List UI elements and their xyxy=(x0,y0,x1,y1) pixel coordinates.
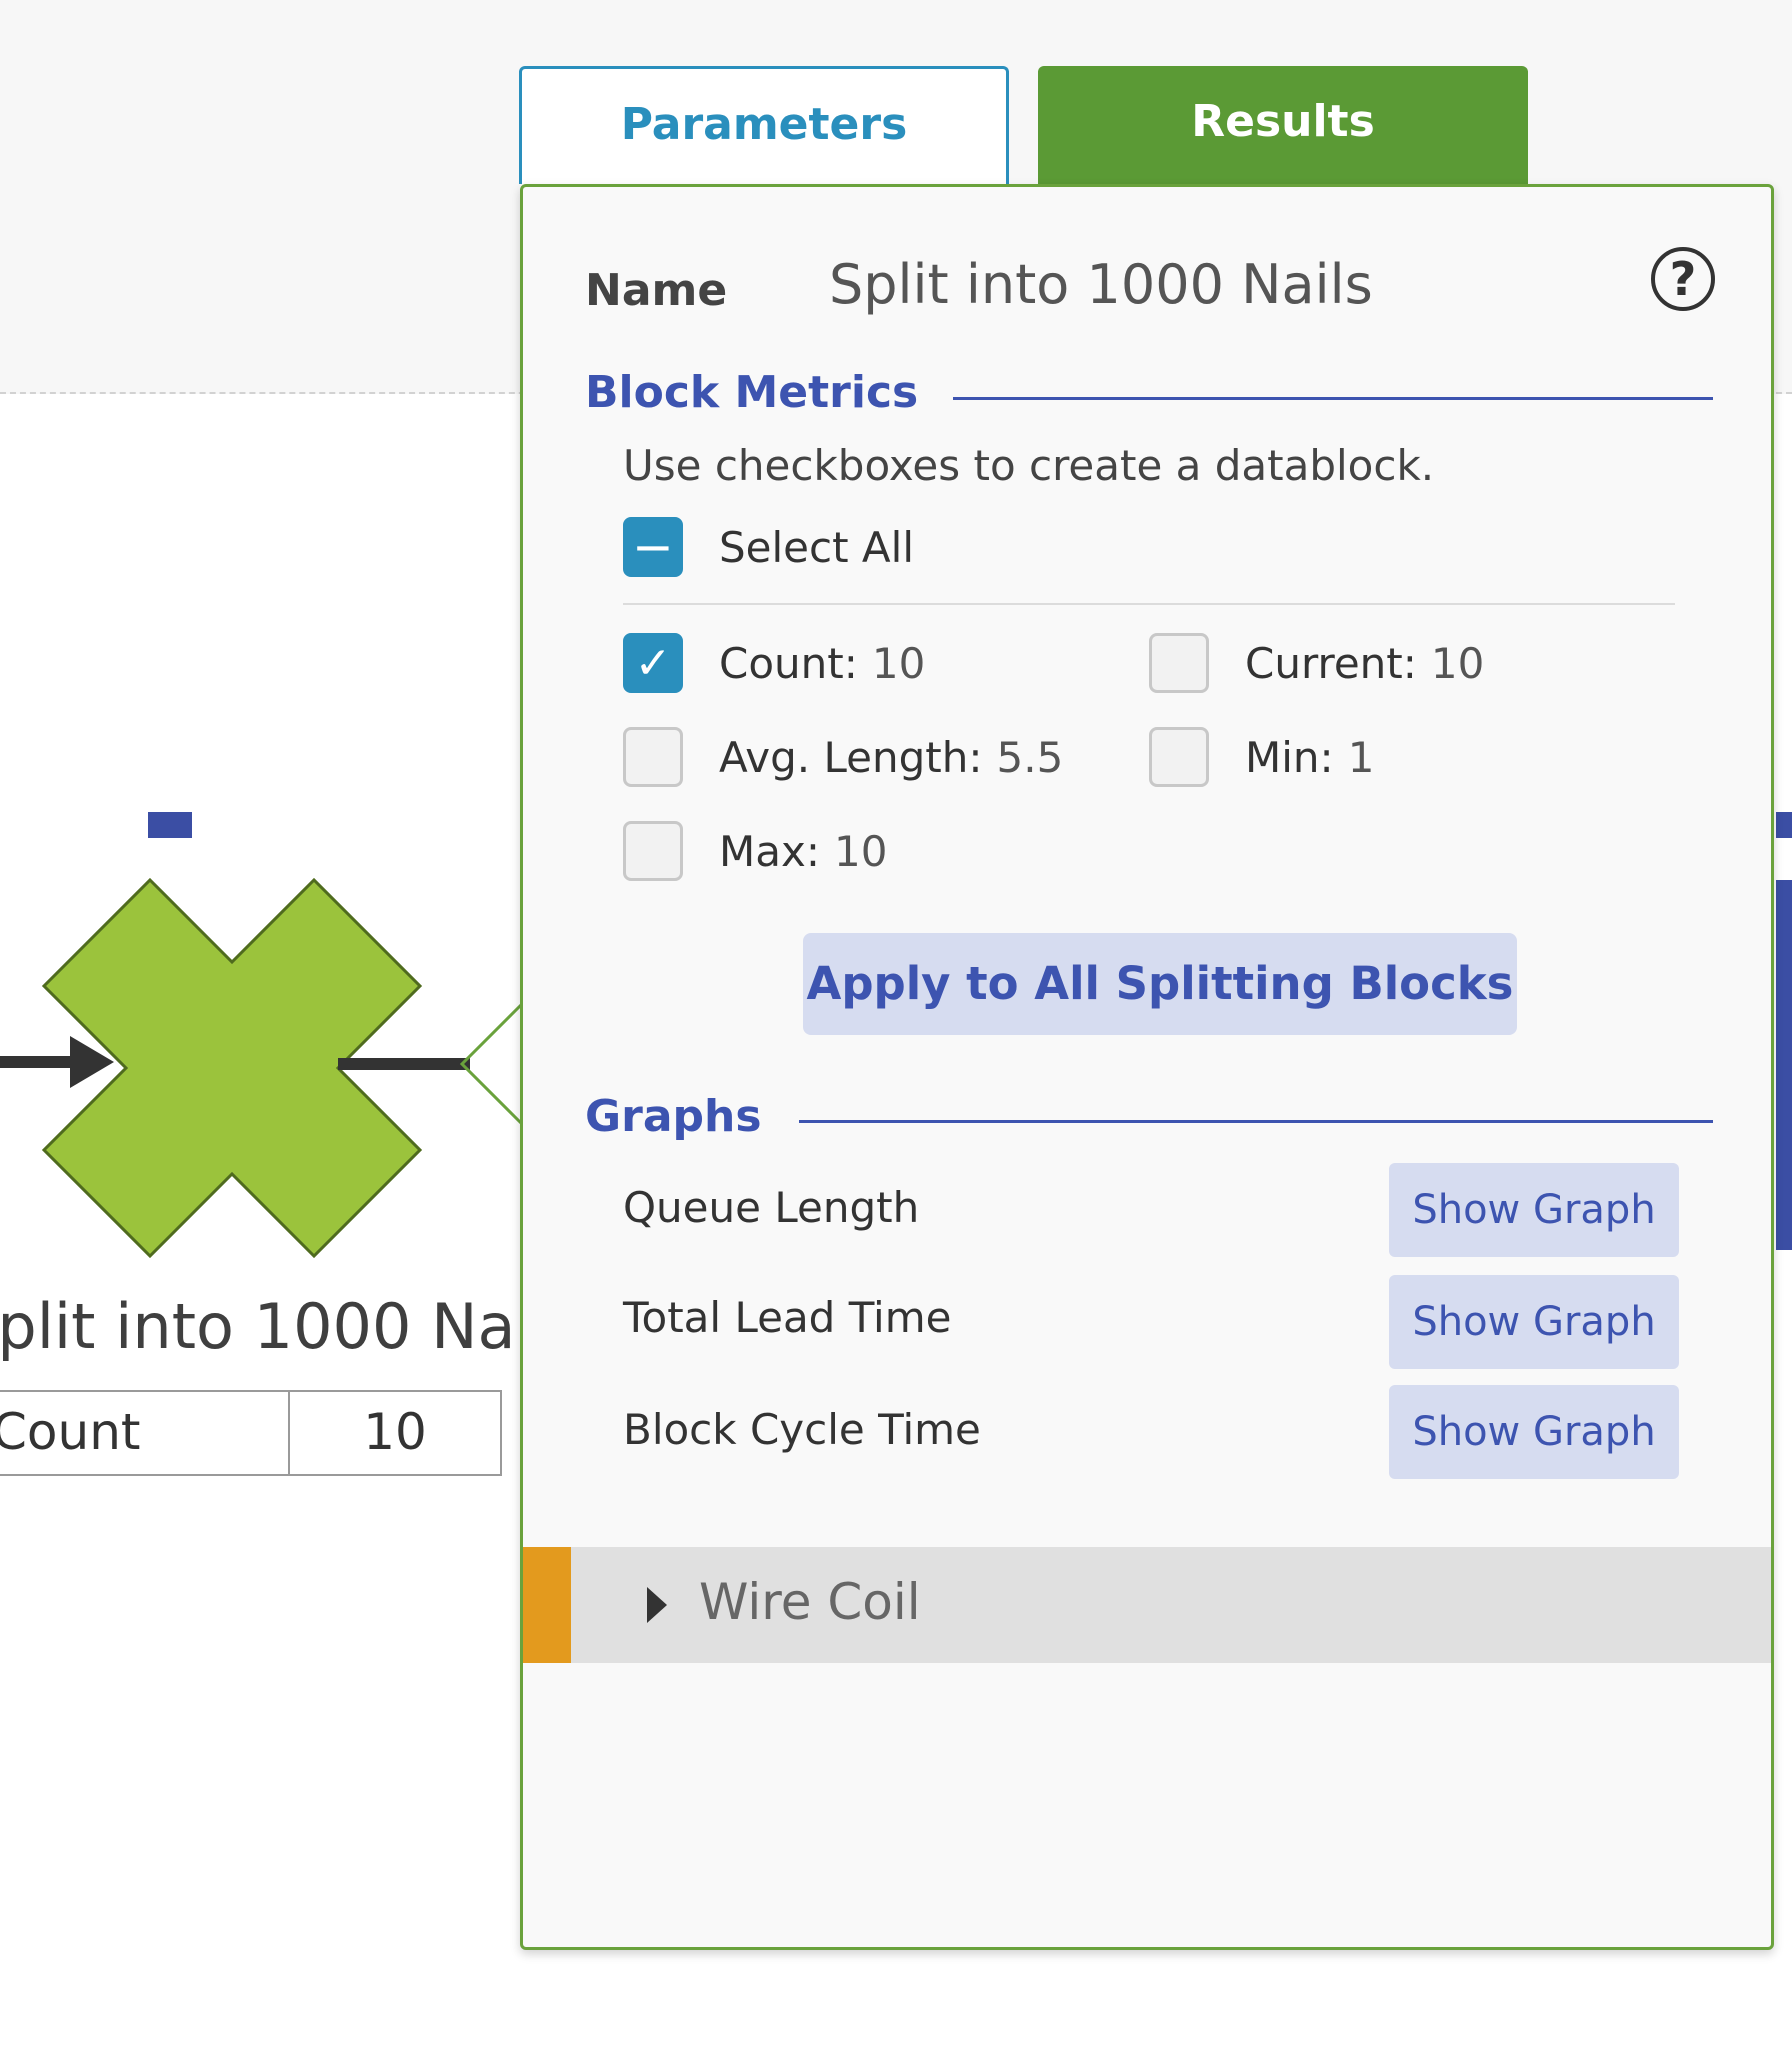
avg-length-label: Avg. Length: xyxy=(719,733,983,782)
graph-total-lead-time-label: Total Lead Time xyxy=(623,1293,952,1342)
avg-length-value: 5.5 xyxy=(996,733,1064,782)
check-icon: ✓ xyxy=(634,638,672,689)
max-metric: Max: 10 xyxy=(719,827,887,876)
min-metric: Min: 1 xyxy=(1245,733,1374,782)
results-panel: Name Split into 1000 Nails ? Block Metri… xyxy=(520,184,1774,1950)
count-checkbox[interactable]: ✓ xyxy=(623,633,683,693)
help-icon[interactable]: ? xyxy=(1651,247,1715,311)
apply-to-all-button[interactable]: Apply to All Splitting Blocks xyxy=(803,933,1517,1035)
block-metrics-heading: Block Metrics xyxy=(585,367,919,418)
metric-value-cell: 10 xyxy=(363,1403,427,1461)
wire-coil-label: Wire Coil xyxy=(699,1573,921,1631)
tab-parameters[interactable]: Parameters xyxy=(519,66,1009,184)
count-label: Count: xyxy=(719,639,858,688)
neighbor-block-handle xyxy=(1776,812,1792,838)
block-metric-table: Count 10 xyxy=(0,1390,502,1476)
name-label: Name xyxy=(585,265,728,316)
max-label: Max: xyxy=(719,827,820,876)
wire-coil-section[interactable]: Wire Coil xyxy=(523,1547,1771,1663)
min-checkbox[interactable] xyxy=(1149,727,1209,787)
tab-results[interactable]: Results xyxy=(1038,66,1528,184)
metric-name-cell: Count xyxy=(0,1392,290,1474)
show-graph-total-lead-time-button[interactable]: Show Graph xyxy=(1389,1275,1679,1369)
count-value: 10 xyxy=(871,639,926,688)
block-title: Split into 1000 Nails xyxy=(0,1290,583,1363)
block-selection-handle[interactable] xyxy=(148,812,192,838)
block-name-value: Split into 1000 Nails xyxy=(829,253,1373,316)
avg-length-metric: Avg. Length: 5.5 xyxy=(719,733,1063,782)
select-all-label: Select All xyxy=(719,523,914,572)
max-value: 10 xyxy=(833,827,888,876)
current-metric: Current: 10 xyxy=(1245,639,1484,688)
current-checkbox[interactable] xyxy=(1149,633,1209,693)
select-all-divider xyxy=(623,603,1675,605)
resource-color-stripe xyxy=(523,1547,571,1663)
neighbor-block-edge xyxy=(1776,880,1792,1250)
canvas-shapes xyxy=(0,812,524,1259)
count-metric: Count: 10 xyxy=(719,639,925,688)
graph-queue-length-label: Queue Length xyxy=(623,1183,920,1232)
min-label: Min: xyxy=(1245,733,1334,782)
graphs-heading: Graphs xyxy=(585,1091,762,1142)
show-graph-queue-length-button[interactable]: Show Graph xyxy=(1389,1163,1679,1257)
max-checkbox[interactable] xyxy=(623,821,683,881)
min-value: 1 xyxy=(1347,733,1375,782)
block-metrics-rule xyxy=(953,397,1713,400)
minus-icon: − xyxy=(632,518,674,576)
expand-caret-icon[interactable] xyxy=(647,1587,667,1623)
graph-block-cycle-time-label: Block Cycle Time xyxy=(623,1405,981,1454)
avg-length-checkbox[interactable] xyxy=(623,727,683,787)
select-all-checkbox[interactable]: − xyxy=(623,517,683,577)
current-value: 10 xyxy=(1430,639,1485,688)
datablock-hint: Use checkboxes to create a datablock. xyxy=(623,441,1435,490)
graphs-rule xyxy=(799,1120,1713,1123)
panel-pointer xyxy=(459,1002,524,1126)
show-graph-block-cycle-time-button[interactable]: Show Graph xyxy=(1389,1385,1679,1479)
current-label: Current: xyxy=(1245,639,1417,688)
